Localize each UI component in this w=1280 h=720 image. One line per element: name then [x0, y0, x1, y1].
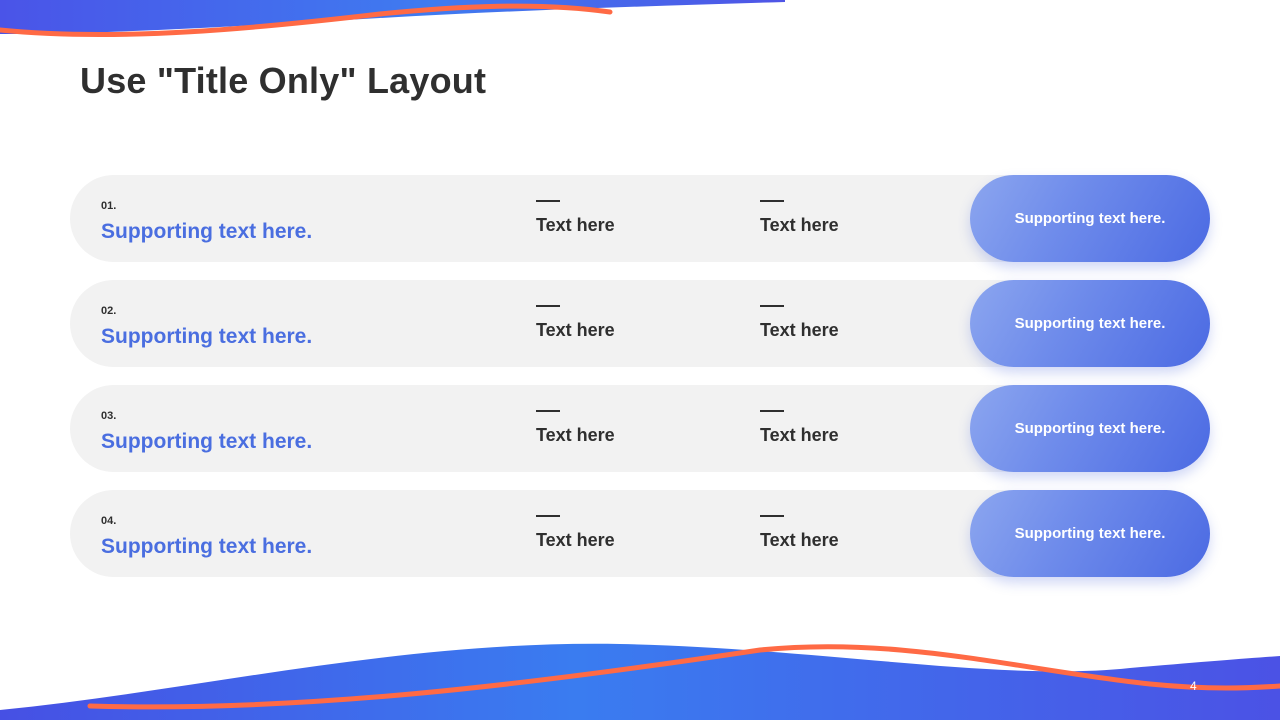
list-item: 01. Supporting text here. Text here Text… [70, 175, 1210, 262]
dash-divider [536, 410, 560, 412]
top-wave-decoration [0, 0, 785, 38]
dash-divider [536, 515, 560, 517]
slide: Use "Title Only" Layout 01. Supporting t… [0, 0, 1280, 720]
row-pill-text: Supporting text here. [1014, 315, 1166, 332]
row-column-b-text: Text here [760, 425, 839, 445]
row-number: 03. [101, 410, 117, 422]
dash-divider [760, 410, 784, 412]
dash-divider [760, 200, 784, 202]
row-column-b: Text here [760, 200, 839, 236]
dash-divider [536, 305, 560, 307]
row-column-b-text: Text here [760, 215, 839, 235]
row-column-a-text: Text here [536, 215, 615, 235]
row-column-a-text: Text here [536, 530, 615, 550]
row-column-a: Text here [536, 200, 615, 236]
row-number: 04. [101, 515, 117, 527]
row-pill-text: Supporting text here. [1014, 420, 1166, 437]
row-pill: Supporting text here. [970, 385, 1210, 472]
row-pill: Supporting text here. [970, 175, 1210, 262]
list-item: 03. Supporting text here. Text here Text… [70, 385, 1210, 472]
row-column-b: Text here [760, 410, 839, 446]
row-number: 02. [101, 305, 117, 317]
row-pill: Supporting text here. [970, 490, 1210, 577]
rows-list: 01. Supporting text here. Text here Text… [70, 175, 1210, 595]
row-column-a: Text here [536, 305, 615, 341]
row-title: Supporting text here. [101, 220, 313, 243]
dash-divider [536, 200, 560, 202]
slide-title: Use "Title Only" Layout [80, 60, 487, 101]
row-column-b: Text here [760, 305, 839, 341]
dash-divider [760, 305, 784, 307]
row-column-b-text: Text here [760, 530, 839, 550]
row-pill-text: Supporting text here. [1014, 525, 1166, 542]
row-pill: Supporting text here. [970, 280, 1210, 367]
row-number: 01. [101, 200, 117, 212]
dash-divider [760, 515, 784, 517]
list-item: 04. Supporting text here. Text here Text… [70, 490, 1210, 577]
row-column-a-text: Text here [536, 320, 615, 340]
page-number: 4 [1190, 679, 1197, 693]
row-column-a: Text here [536, 515, 615, 551]
bottom-wave-decoration [0, 643, 1280, 720]
row-title: Supporting text here. [101, 325, 313, 348]
row-column-b: Text here [760, 515, 839, 551]
row-column-a-text: Text here [536, 425, 615, 445]
list-item: 02. Supporting text here. Text here Text… [70, 280, 1210, 367]
row-column-b-text: Text here [760, 320, 839, 340]
row-title: Supporting text here. [101, 430, 313, 453]
row-pill-text: Supporting text here. [1014, 210, 1166, 227]
row-column-a: Text here [536, 410, 615, 446]
row-title: Supporting text here. [101, 535, 313, 558]
